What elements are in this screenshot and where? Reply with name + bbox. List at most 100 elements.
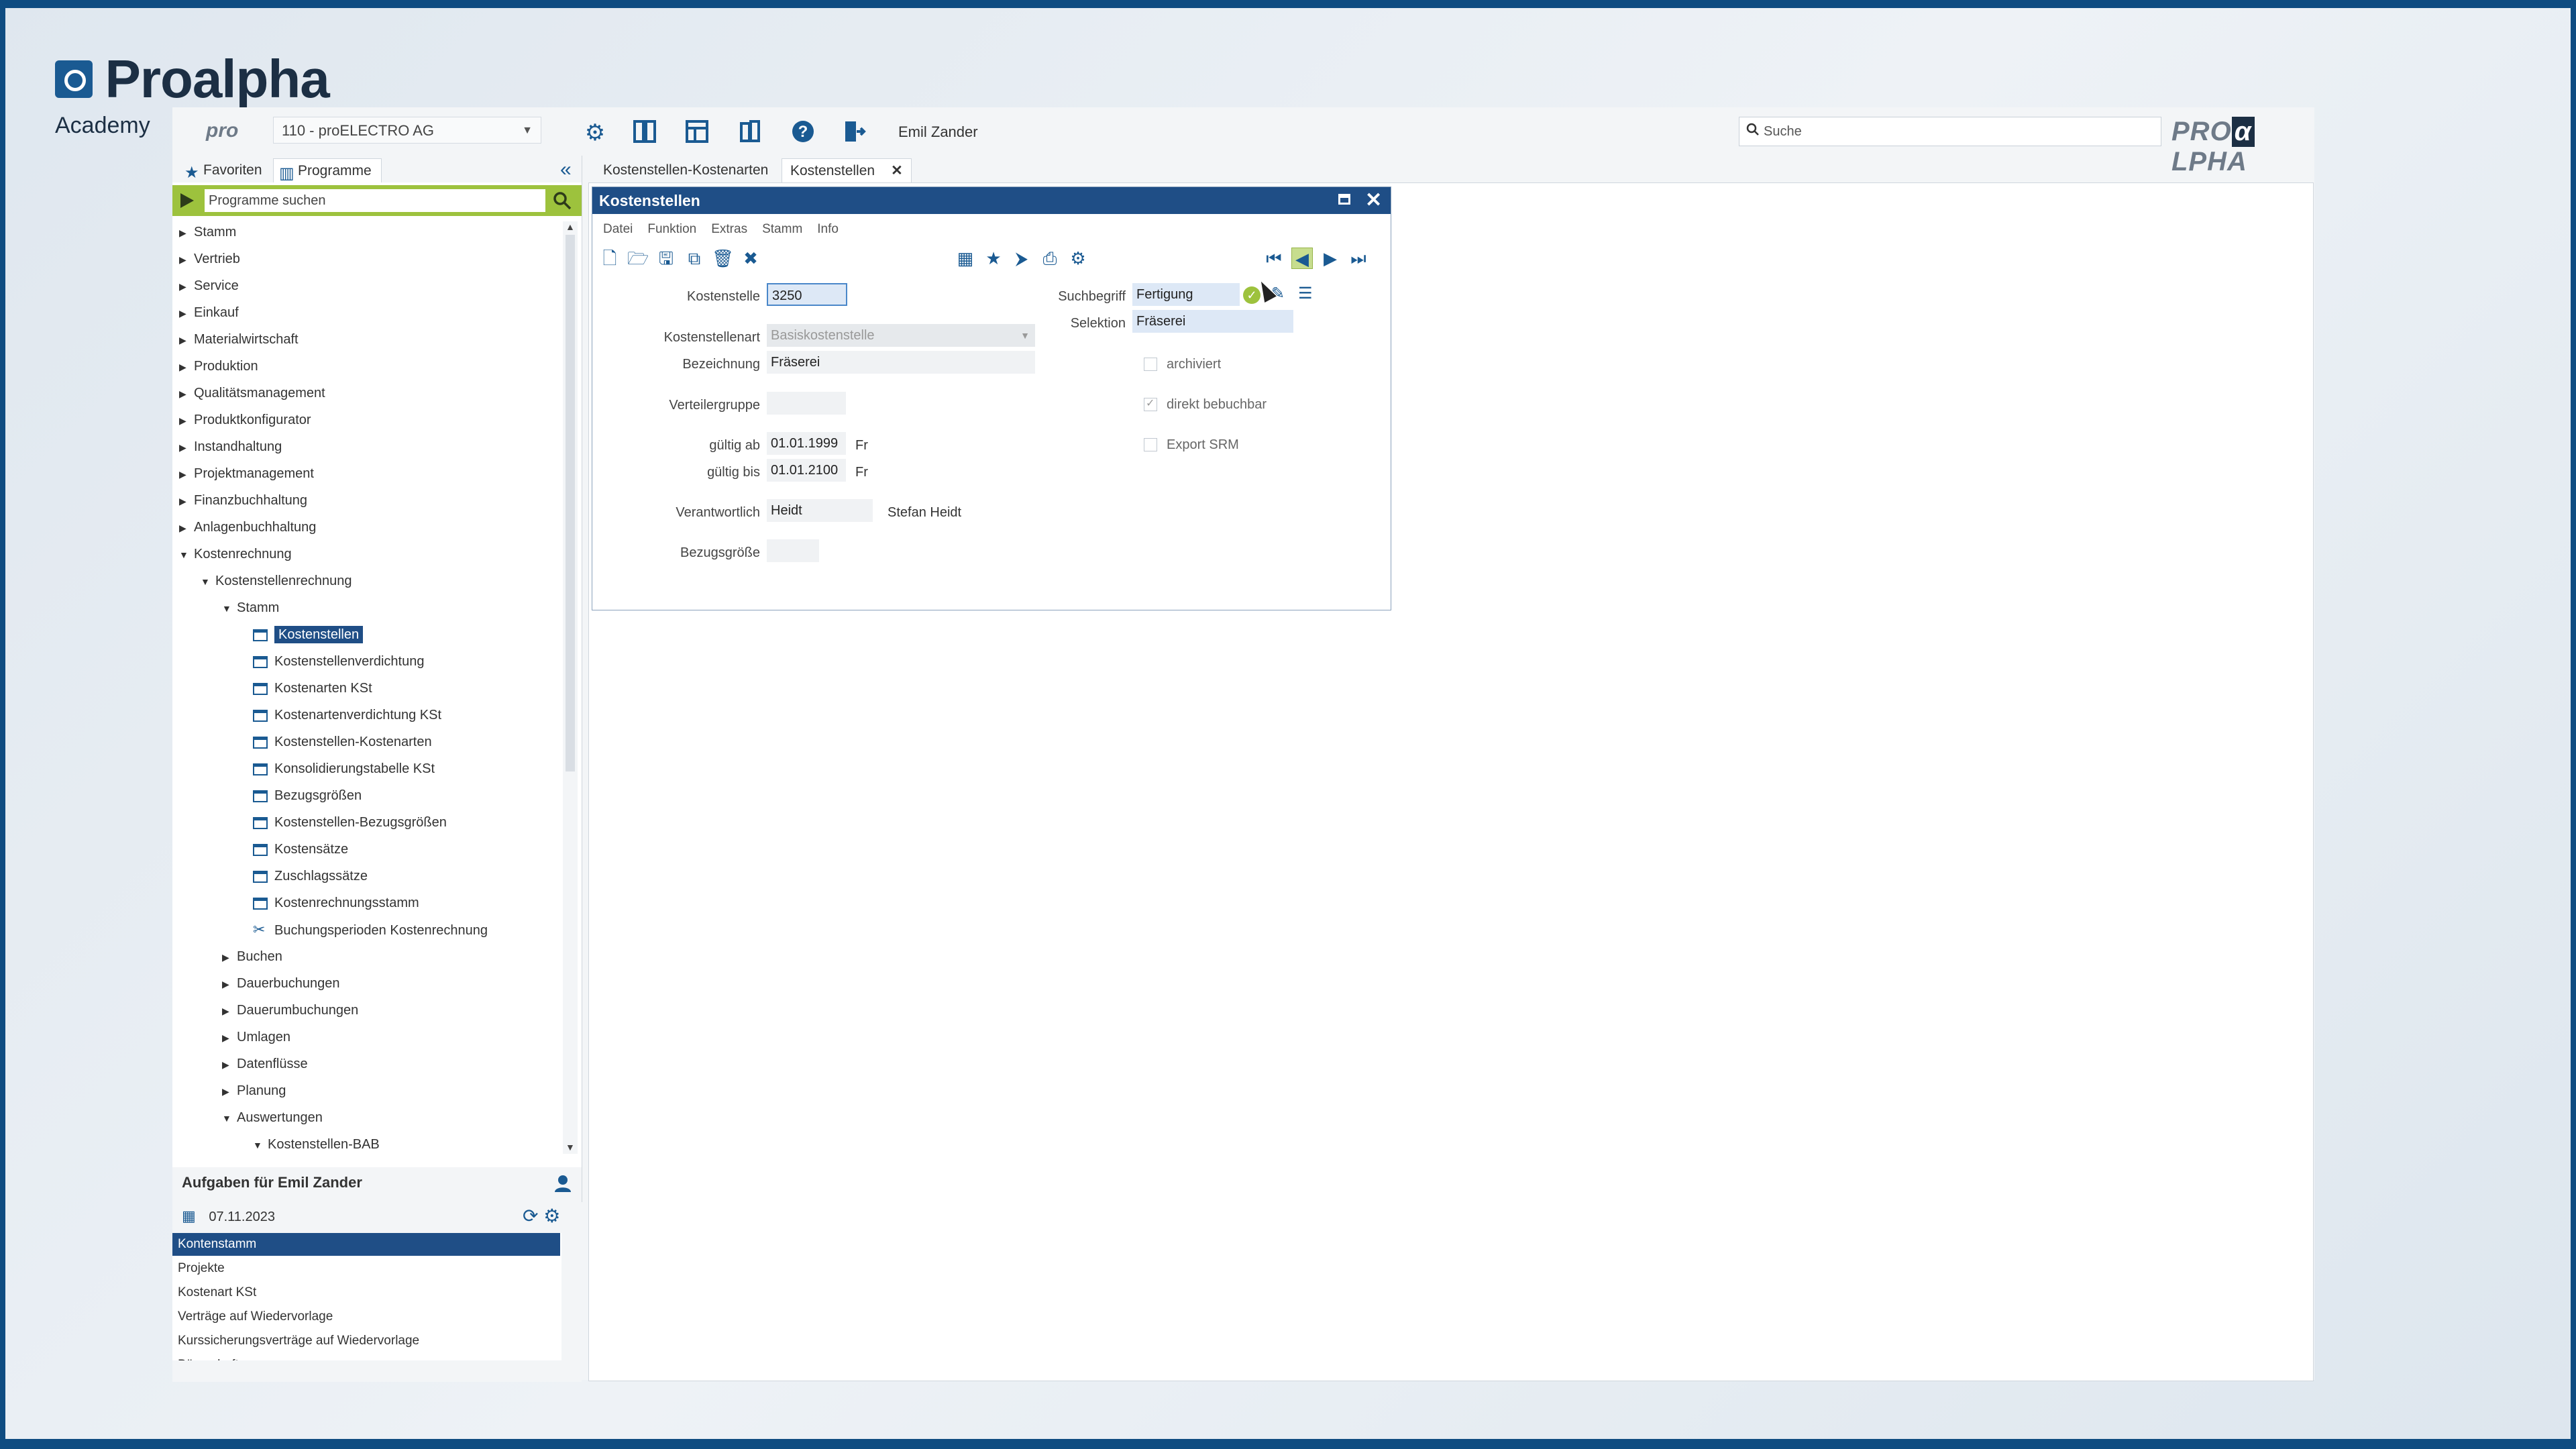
verteilergruppe-input[interactable] [767, 392, 846, 415]
caret-right-icon[interactable]: ▶ [222, 1027, 237, 1049]
dialog-menu-item[interactable]: Datei [603, 222, 633, 236]
save-icon[interactable]: 🖫 [655, 248, 677, 269]
task-list-item[interactable]: Kontenstamm [172, 1233, 560, 1256]
close-tab-icon[interactable]: ✕ [891, 163, 903, 178]
tree-scrollbar[interactable]: ▲ ▼ [563, 221, 578, 1154]
caret-right-icon[interactable]: ▶ [179, 276, 194, 297]
tree-item[interactable]: ▶ Instandhaltung [179, 436, 282, 458]
help-icon[interactable]: ? [790, 119, 816, 146]
suchbegriff-input[interactable]: Fertigung [1132, 283, 1240, 306]
caret-right-icon[interactable]: ▶ [222, 1000, 237, 1022]
caret-right-icon[interactable]: ▶ [179, 410, 194, 431]
book-icon[interactable] [737, 119, 764, 146]
caret-right-icon[interactable]: ▶ [179, 464, 194, 485]
bezeichnung-input[interactable]: Fräserei [767, 351, 1035, 374]
tree-item[interactable]: ▶ Dauerbuchungen [222, 973, 339, 994]
tree-item[interactable]: Kostenartenverdichtung KSt [253, 704, 441, 726]
tree-item[interactable]: ▶ Qualitätsmanagement [179, 382, 325, 404]
tree-item[interactable]: Kostenrechnungsstamm [253, 892, 419, 914]
favorite-icon[interactable]: ★ [983, 248, 1004, 269]
kostenstelle-input[interactable]: 3250 [767, 283, 847, 306]
caret-right-icon[interactable]: ▶ [179, 303, 194, 324]
tree-item[interactable]: ▶ Buchen [222, 946, 282, 967]
open-folder-icon[interactable]: 🗁 [627, 248, 649, 269]
calendar-icon[interactable]: ▦ [182, 1208, 196, 1225]
settings-icon[interactable]: ⚙ [1067, 248, 1089, 269]
tree-item[interactable]: ▶ Vertrieb [179, 248, 240, 270]
cancel-icon[interactable]: ✖ [740, 248, 761, 269]
panel-icon[interactable] [631, 119, 658, 146]
scroll-down-icon[interactable]: ▼ [566, 1142, 575, 1152]
layout-icon[interactable] [684, 119, 710, 146]
gueltig-ab-input[interactable]: 01.01.1999 [767, 432, 846, 455]
new-document-icon[interactable]: 🗋 [599, 248, 621, 269]
user-icon[interactable] [553, 1174, 572, 1197]
task-list-item[interactable]: Kostenart KSt [172, 1281, 560, 1304]
bezugsgroesse-input[interactable] [767, 539, 819, 562]
maximize-icon[interactable] [1338, 194, 1350, 205]
tab-favorites[interactable]: ★ Favoriten [179, 158, 272, 182]
caret-right-icon[interactable]: ▶ [222, 947, 237, 968]
next-record-icon[interactable]: ▶ [1320, 248, 1341, 269]
tree-item[interactable]: ▶ Produktkonfigurator [179, 409, 311, 431]
tree-item[interactable]: ▶ Projektmanagement [179, 463, 314, 484]
caret-right-icon[interactable]: ▶ [222, 1054, 237, 1075]
archiviert-checkbox[interactable] [1144, 358, 1157, 371]
scroll-thumb[interactable] [566, 235, 575, 771]
tree-item[interactable]: ▼ Kostenrechnung [179, 543, 292, 565]
verantwortlich-input[interactable]: Heidt [767, 499, 873, 522]
refresh-icon[interactable]: ⟳ [523, 1205, 538, 1226]
tab-programs[interactable]: ▥ Programme [273, 158, 382, 182]
calendar-icon[interactable]: ▦ [955, 248, 976, 269]
caret-right-icon[interactable]: ▶ [222, 1081, 237, 1102]
caret-right-icon[interactable]: ▶ [222, 973, 237, 995]
tree-item[interactable]: Kostenstellen-Kostenarten [253, 731, 432, 753]
tree-item[interactable]: ▶ Einkauf [179, 302, 239, 323]
tree-item[interactable]: ▶ Dauerumbuchungen [222, 1000, 358, 1021]
content-tab[interactable]: Kostenstellen ✕ [782, 158, 912, 182]
client-select[interactable]: 110 - proELECTRO AG ▼ [273, 117, 541, 144]
selektion-input[interactable]: Fräserei [1132, 310, 1293, 333]
tree-item[interactable]: Kostenarten KSt [253, 678, 372, 699]
tree-item[interactable]: ▶ Umlagen [222, 1026, 290, 1048]
tree-item[interactable]: Kostensätze [253, 839, 348, 860]
caret-right-icon[interactable]: ▶ [179, 517, 194, 539]
tree-item[interactable]: ▶ Service [179, 275, 239, 297]
copy-icon[interactable]: ⧉ [684, 248, 705, 269]
caret-right-icon[interactable]: ▶ [179, 249, 194, 270]
tree-item[interactable]: Kostenstellen-Bezugsgrößen [253, 812, 447, 833]
program-search-input[interactable]: Programme suchen [205, 189, 545, 212]
tree-item[interactable]: ▼ Kostenstellen-BAB [253, 1134, 380, 1154]
gear-icon[interactable]: ⚙ [543, 1205, 560, 1226]
export-srm-checkbox[interactable] [1144, 438, 1157, 451]
tasks-scrollbar[interactable] [563, 1233, 578, 1360]
tree-item[interactable]: ▶ Anlagenbuchhaltung [179, 517, 316, 538]
caret-down-icon[interactable]: ▼ [201, 571, 215, 592]
task-list-item[interactable]: Bürgschaften [172, 1354, 560, 1360]
caret-right-icon[interactable]: ▶ [179, 222, 194, 244]
caret-down-icon[interactable]: ▼ [179, 544, 194, 566]
first-record-icon[interactable]: ⏮ [1263, 248, 1285, 269]
tree-item[interactable]: ✂ Buchungsperioden Kostenrechnung [253, 919, 488, 941]
direkt-bebuchbar-checkbox[interactable] [1144, 396, 1157, 411]
caret-down-icon[interactable]: ▼ [253, 1134, 268, 1154]
forward-icon[interactable]: ⮞ [1011, 248, 1032, 269]
content-tab[interactable]: Kostenstellen-Kostenarten✕ [595, 158, 804, 182]
previous-record-icon[interactable]: ◀ [1291, 248, 1313, 269]
tree-item[interactable]: ▶ Datenflüsse [222, 1053, 308, 1075]
close-icon[interactable]: ✕ [1365, 187, 1382, 214]
tree-item[interactable]: Zuschlagssätze [253, 865, 368, 887]
caret-right-icon[interactable]: ▶ [179, 437, 194, 458]
caret-right-icon[interactable]: ▶ [179, 383, 194, 405]
gear-icon[interactable]: ⚙ [582, 119, 608, 146]
print-icon[interactable]: ⎙ [1039, 248, 1061, 269]
gueltig-bis-input[interactable]: 01.01.2100 [767, 459, 846, 482]
dialog-menu-item[interactable]: Extras [711, 222, 747, 236]
tree-item[interactable]: ▶ Stamm [179, 221, 236, 243]
list-icon[interactable]: ☰ [1298, 284, 1313, 303]
exit-icon[interactable] [841, 119, 867, 146]
caret-right-icon[interactable]: ▶ [179, 490, 194, 512]
global-search-input[interactable]: Suche [1739, 117, 2161, 146]
tree-item[interactable]: ▶ Materialwirtschaft [179, 329, 299, 350]
delete-icon[interactable]: 🗑 [712, 248, 734, 269]
